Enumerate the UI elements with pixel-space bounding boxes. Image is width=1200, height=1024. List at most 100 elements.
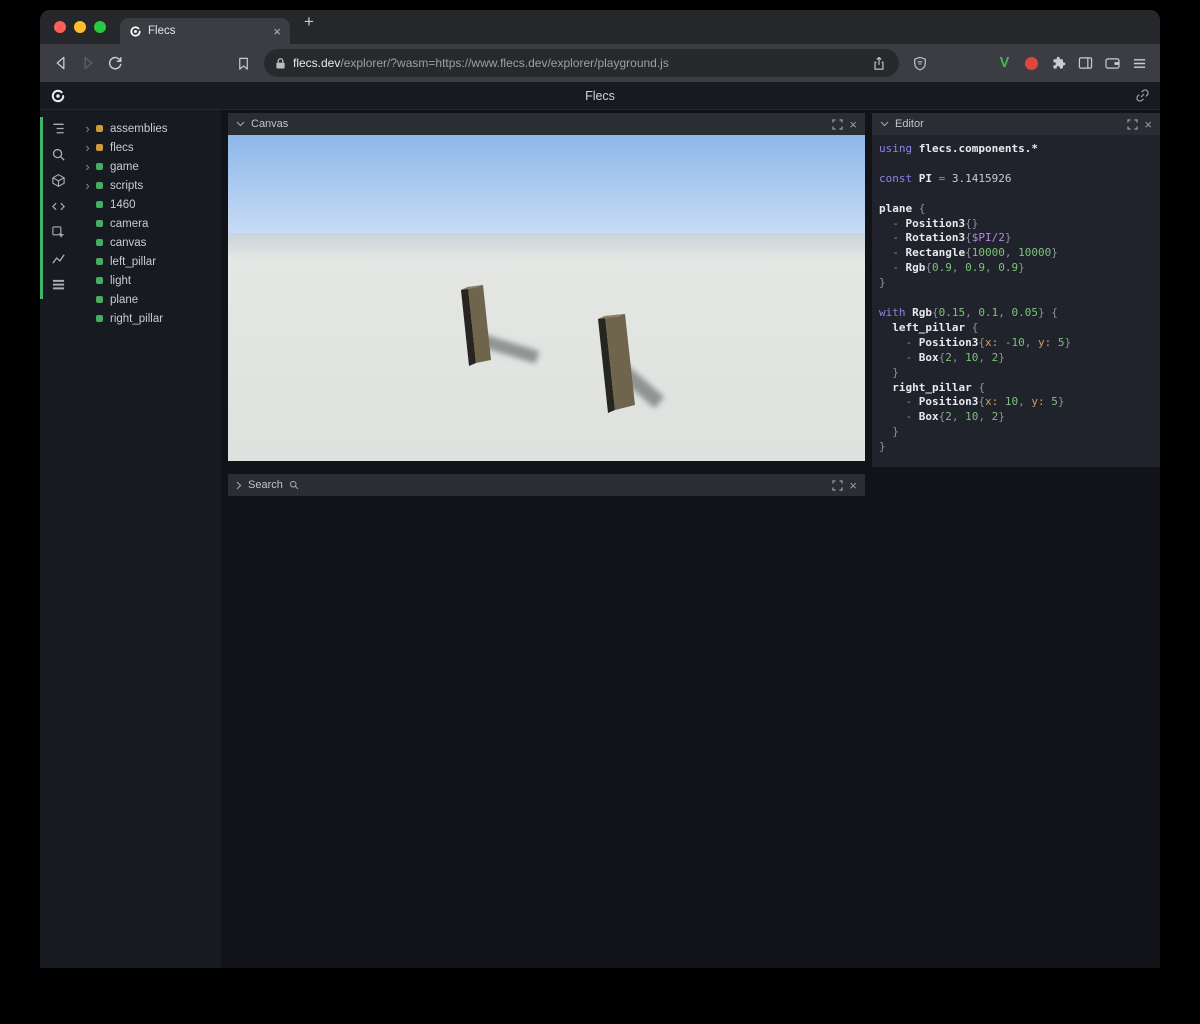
app-body: › assemblies › flecs › game › scripts 1460 camera… [40, 110, 1160, 968]
expand-panel-button[interactable] [832, 118, 844, 130]
expand-panel-button[interactable] [1127, 118, 1139, 130]
lock-icon [276, 57, 285, 69]
outline-icon [52, 123, 64, 133]
browser-toolbar: flecs.dev/explorer/?wasm=https://www.fle… [40, 44, 1160, 82]
chart-icon [51, 253, 65, 264]
tab-close-icon[interactable]: × [273, 25, 281, 38]
entity-color-square [96, 239, 103, 246]
tree-item-right_pillar[interactable]: right_pillar [76, 309, 221, 328]
stats-button[interactable] [47, 250, 69, 266]
editor-column: Editor × using flecs.components.* const … [872, 110, 1160, 968]
code-line: } [879, 425, 899, 439]
entity-color-square [96, 258, 103, 265]
tree-item-label: left_pillar [110, 255, 157, 268]
accent-line [40, 117, 43, 299]
fullscreen-icon [1127, 118, 1139, 130]
code-line: - Box{2, 10, 2} [879, 350, 1005, 364]
entities-button[interactable] [47, 172, 69, 188]
wallet-button[interactable] [1100, 51, 1125, 76]
editor-code[interactable]: using flecs.components.* const PI = 3.14… [872, 135, 1160, 468]
browser-tab[interactable]: Flecs × [120, 18, 290, 44]
entity-color-square [96, 163, 103, 170]
inspector-button[interactable] [47, 224, 69, 240]
expand-panel-button[interactable] [832, 479, 844, 491]
vimium-extension-button[interactable]: V [992, 51, 1017, 76]
code-line: const PI = 3.1415926 [879, 171, 1012, 185]
shield-icon [913, 56, 926, 70]
query-search-button[interactable] [47, 146, 69, 162]
collapse-chevron-icon[interactable] [880, 121, 889, 127]
browser-window: Flecs × + flecs.dev/explorer/?wasm=https… [40, 10, 1160, 968]
sidebar-toggle-button[interactable] [1073, 51, 1098, 76]
memory-button[interactable] [47, 276, 69, 292]
tree-item-assemblies[interactable]: › assemblies [76, 119, 221, 138]
tree-item-scripts[interactable]: › scripts [76, 176, 221, 195]
tree-item-label: game [110, 160, 139, 173]
scripts-button[interactable] [47, 198, 69, 214]
expand-chevron-icon[interactable]: › [83, 122, 92, 135]
expand-chevron-icon[interactable]: › [83, 179, 92, 192]
app-header: Flecs [40, 82, 1160, 110]
editor-panel-header[interactable]: Editor × [872, 113, 1160, 135]
close-panel-button[interactable]: × [849, 479, 857, 492]
tree-item-flecs[interactable]: › flecs [76, 138, 221, 157]
canvas-panel-title: Canvas [251, 118, 289, 130]
tree-item-label: assemblies [110, 122, 168, 135]
shield-button[interactable] [907, 51, 932, 76]
tree-item-camera[interactable]: camera [76, 214, 221, 233]
forward-button[interactable] [75, 51, 100, 76]
menu-button[interactable] [1127, 51, 1152, 76]
adblock-extension-button[interactable] [1019, 51, 1044, 76]
forward-icon [84, 56, 92, 70]
code-icon [51, 202, 65, 210]
back-button[interactable] [48, 51, 73, 76]
url-bar[interactable]: flecs.dev/explorer/?wasm=https://www.fle… [264, 49, 899, 77]
bookmark-button[interactable] [231, 51, 256, 76]
expand-chevron-icon[interactable]: › [83, 141, 92, 154]
rows-icon [52, 279, 64, 289]
code-line: - Position3{} [879, 216, 979, 230]
share-button[interactable] [870, 51, 888, 76]
code-line: plane { [879, 201, 926, 215]
url-text[interactable]: flecs.dev/explorer/?wasm=https://www.fle… [293, 56, 863, 70]
flecs-explorer-app: Flecs › assemblies › flecs › game › scri… [40, 82, 1160, 968]
new-tab-button[interactable]: + [304, 13, 314, 30]
flecs-logo-icon[interactable] [50, 88, 66, 104]
search-panel-title: Search [248, 479, 283, 491]
entity-color-square [96, 315, 103, 322]
tree-item-canvas[interactable]: canvas [76, 233, 221, 252]
tree-item-label: flecs [110, 141, 134, 154]
code-line: with Rgb{0.15, 0.1, 0.05} { [879, 305, 1058, 319]
collapse-chevron-icon[interactable] [236, 121, 245, 127]
collapse-chevron-icon[interactable] [236, 481, 242, 490]
tree-item-1460[interactable]: 1460 [76, 195, 221, 214]
reload-button[interactable] [102, 51, 127, 76]
close-panel-button[interactable]: × [849, 118, 857, 131]
code-line: - Rgb{0.9, 0.9, 0.9} [879, 261, 1025, 275]
flecs-favicon-icon [130, 25, 141, 37]
code-line: - Rectangle{10000, 10000} [879, 246, 1058, 260]
close-panel-button[interactable]: × [1144, 118, 1152, 131]
canvas-panel-header[interactable]: Canvas × [228, 113, 865, 135]
code-line: } [879, 276, 886, 290]
zoom-window-button[interactable] [94, 21, 106, 33]
search-panel-header[interactable]: Search × [228, 474, 865, 496]
tree-item-label: scripts [110, 179, 144, 192]
tree-item-plane[interactable]: plane [76, 290, 221, 309]
code-line: using flecs.components.* [879, 142, 1038, 155]
permalink-button[interactable] [1135, 88, 1150, 103]
hamburger-icon [1133, 58, 1146, 68]
cube-icon [51, 173, 65, 187]
canvas-3d-scene[interactable] [228, 135, 865, 461]
extensions-button[interactable] [1046, 51, 1071, 76]
close-window-button[interactable] [54, 21, 66, 33]
tree-item-game[interactable]: › game [76, 157, 221, 176]
tree-item-light[interactable]: light [76, 271, 221, 290]
minimize-window-button[interactable] [74, 21, 86, 33]
code-line: - Position3{x: 10, y: 5} [879, 395, 1065, 409]
bookmark-icon [239, 57, 248, 70]
page-title: Flecs [585, 88, 615, 103]
tree-view-button[interactable] [47, 120, 69, 136]
expand-chevron-icon[interactable]: › [83, 160, 92, 173]
tree-item-left_pillar[interactable]: left_pillar [76, 252, 221, 271]
